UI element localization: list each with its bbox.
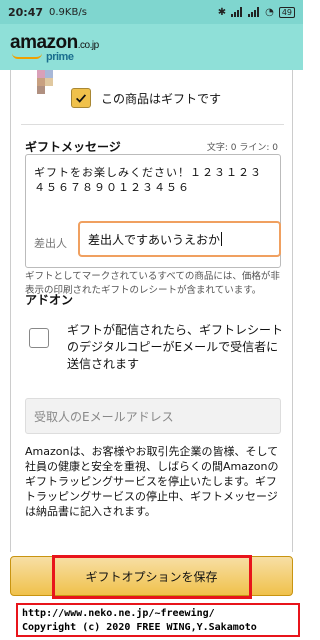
addon-title: アドオン bbox=[25, 293, 74, 307]
gift-message-box[interactable]: ギフトをお楽しみください！１２３１２３４５６７８９０１２３４５６ 差出人 差出人… bbox=[25, 154, 281, 268]
logo-smile-icon bbox=[12, 53, 42, 59]
signal-icon bbox=[231, 7, 243, 17]
gift-wrap-suspension-info: Amazonは、お客様やお取引先企業の皆様、そして社員の健康と安全を重視、しばら… bbox=[25, 445, 279, 518]
credit-url: http://www.neko.ne.jp/~freewing/ bbox=[22, 608, 215, 619]
recipient-email-input[interactable]: 受取人のEメールアドレス bbox=[25, 398, 281, 434]
gift-checkbox-label: この商品はギフトです bbox=[101, 91, 222, 106]
status-bar: 20:47 0.9KB/s ✱ ◔ 49 bbox=[0, 0, 303, 24]
status-time: 20:47 bbox=[8, 5, 44, 19]
gift-options-panel: この商品はギフトです ギフトメッセージ 文字: 0 ライン: 0 ギフトをお楽し… bbox=[10, 70, 293, 552]
bluetooth-icon: ✱ bbox=[217, 6, 227, 18]
amazon-prime-logo[interactable]: amazon.co.jp prime bbox=[10, 32, 99, 63]
product-thumbnail bbox=[37, 70, 57, 94]
copyright-watermark: http://www.neko.ne.jp/~freewing/ Copyrig… bbox=[16, 603, 300, 637]
signal-icon-2 bbox=[248, 7, 260, 17]
checkmark-icon bbox=[76, 94, 87, 103]
gift-checkbox-row[interactable]: この商品はギフトです bbox=[71, 88, 221, 108]
logo-prime: prime bbox=[46, 51, 74, 63]
sender-label: 差出人 bbox=[34, 237, 67, 250]
status-icons: ✱ ◔ 49 bbox=[217, 6, 295, 18]
credit-copyright: Copyright (c) 2020 FREE WING,Y.Sakamoto bbox=[22, 622, 257, 633]
battery-icon: 49 bbox=[278, 6, 295, 18]
sender-name-value: 差出人ですあいうえおか bbox=[88, 232, 221, 247]
status-network-speed: 0.9KB/s bbox=[49, 6, 87, 18]
save-bar: ギフトオプションを保存 bbox=[0, 552, 303, 602]
save-button-label: ギフトオプションを保存 bbox=[85, 569, 218, 584]
text-caret bbox=[221, 232, 223, 246]
recipient-email-placeholder: 受取人のEメールアドレス bbox=[34, 409, 174, 424]
logo-suffix: .co.jp bbox=[77, 40, 99, 51]
digital-copy-checkbox[interactable] bbox=[29, 328, 49, 348]
app-header: amazon.co.jp prime bbox=[0, 24, 303, 70]
digital-copy-label: ギフトが配信されたら、ギフトレシートのデジタルコピーがEメールで受信者に送信され… bbox=[67, 323, 284, 371]
gift-message-title: ギフトメッセージ bbox=[25, 140, 121, 154]
gift-checkbox[interactable] bbox=[71, 88, 91, 108]
save-gift-options-button[interactable]: ギフトオプションを保存 bbox=[10, 556, 293, 596]
message-counter: 文字: 0 ライン: 0 bbox=[206, 143, 278, 153]
wifi-icon: ◔ bbox=[265, 6, 274, 18]
sender-name-input[interactable]: 差出人ですあいうえおか bbox=[78, 221, 281, 257]
divider bbox=[21, 124, 284, 125]
logo-text: amazon bbox=[10, 32, 78, 53]
gift-message-textarea[interactable]: ギフトをお楽しみください！１２３１２３４５６７８９０１２３４５６ bbox=[34, 165, 270, 195]
